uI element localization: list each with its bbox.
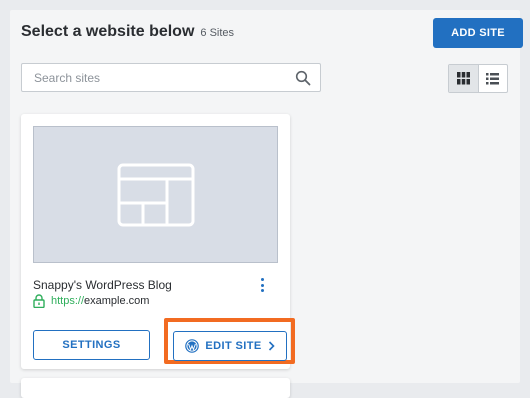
search-box (21, 63, 321, 92)
list-view-button[interactable] (479, 65, 508, 92)
add-site-button[interactable]: ADD SITE (433, 18, 523, 48)
grid-view-button[interactable] (449, 65, 479, 92)
chevron-right-icon (268, 341, 275, 351)
edit-site-button[interactable]: EDIT SITE (173, 331, 287, 361)
site-count: 6 Sites (200, 27, 235, 39)
edit-site-label: EDIT SITE (205, 340, 262, 352)
search-input[interactable] (32, 69, 295, 86)
header: Select a website below 6 Sites (21, 23, 234, 41)
site-thumbnail[interactable] (33, 126, 278, 263)
site-card-next (21, 378, 290, 398)
website-layout-icon (117, 163, 194, 226)
settings-button[interactable]: SETTINGS (33, 330, 150, 360)
page-title: Select a website below (21, 23, 195, 40)
lock-icon (33, 294, 45, 308)
grid-view-icon (456, 72, 470, 85)
search-icon[interactable] (295, 70, 311, 86)
more-options-icon[interactable] (257, 276, 267, 294)
list-view-icon (486, 72, 500, 84)
wordpress-icon (185, 339, 200, 353)
site-selector-panel: Select a website below 6 Sites ADD SITE (10, 10, 523, 398)
site-name: Snappy's WordPress Blog (33, 278, 172, 292)
url-host: example.com (84, 295, 150, 307)
site-url[interactable]: https://example.com (33, 294, 149, 308)
url-protocol: https:// (51, 295, 85, 307)
site-card: Snappy's WordPress Blog https://example.… (21, 114, 295, 369)
view-toggle (448, 64, 508, 93)
